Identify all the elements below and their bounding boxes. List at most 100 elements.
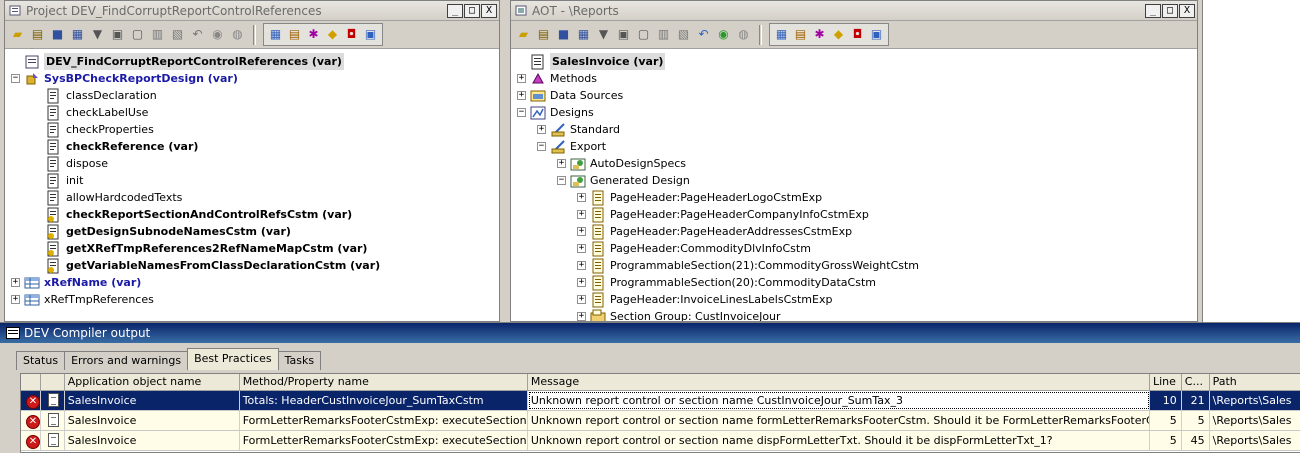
tree-node[interactable]: − Designs — [517, 104, 594, 121]
tree-node[interactable]: + PageHeader:PageHeaderAddressesCstmExp — [577, 223, 852, 240]
help-icon[interactable]: ◘ — [849, 26, 866, 43]
tab-errors-and-warnings[interactable]: Errors and warnings — [64, 351, 189, 370]
refresh-icon[interactable]: ◉ — [715, 26, 732, 43]
help-icon[interactable]: ◘ — [343, 26, 360, 43]
paste-icon[interactable]: ▧ — [675, 26, 692, 43]
tree-node[interactable]: + PageHeader:CommodityDlvInfoCstm — [577, 240, 811, 257]
aot-window-titlebar[interactable]: AOT - \Reports _ □ X — [511, 1, 1197, 21]
project-window-titlebar[interactable]: Project DEV_FindCorruptReportControlRefe… — [5, 1, 499, 21]
tree-node[interactable]: − Export — [537, 138, 606, 155]
lock-icon[interactable]: ◍ — [735, 26, 752, 43]
tree-node[interactable]: + Methods — [517, 70, 597, 87]
tree-node[interactable]: getDesignSubnodeNamesCstm (var) — [33, 223, 291, 240]
tree-node[interactable]: allowHardcodedTexts — [33, 189, 182, 206]
run-icon[interactable]: ◉ — [209, 26, 226, 43]
col-path-header[interactable]: Path — [1210, 374, 1300, 390]
expand-icon[interactable]: + — [517, 74, 526, 83]
tree-node[interactable]: + PageHeader:InvoiceLinesLabelsCstmExp — [577, 291, 832, 308]
best-practices-grid[interactable]: Application object name Method/Property n… — [20, 373, 1300, 453]
expand-icon[interactable]: + — [577, 244, 586, 253]
collapse-icon[interactable]: − — [11, 74, 20, 83]
tools-icon[interactable]: ✱ — [811, 26, 828, 43]
minimize-button[interactable]: _ — [1145, 3, 1161, 18]
table-row[interactable]: ✕ SalesInvoice FormLetterRemarksFooterCstm… — [21, 431, 1300, 451]
copy-icon[interactable]: ▥ — [655, 26, 672, 43]
compile-icon[interactable]: ▦ — [575, 26, 592, 43]
expand-icon[interactable]: + — [577, 193, 586, 202]
tree-node[interactable]: + Section Group: CustInvoiceJour — [577, 308, 781, 321]
close-button[interactable]: X — [1179, 3, 1195, 18]
lock-icon[interactable]: ◍ — [229, 26, 246, 43]
col-column-header[interactable]: C... — [1182, 374, 1210, 390]
tree-node[interactable]: + ProgrammableSection(21):CommodityGrossW… — [577, 257, 919, 274]
col-application-object-name-header[interactable]: Application object name — [65, 374, 240, 390]
expand-icon[interactable]: + — [517, 91, 526, 100]
copy-icon[interactable]: ▥ — [149, 26, 166, 43]
expand-icon[interactable]: + — [577, 261, 586, 270]
tree-node[interactable]: SalesInvoice (var) — [517, 53, 666, 70]
col-line-header[interactable]: Line — [1150, 374, 1182, 390]
tree-node[interactable]: + PageHeader:PageHeaderLogoCstmExp — [577, 189, 822, 206]
maximize-button[interactable]: □ — [1162, 3, 1178, 18]
col-method-property-name-header[interactable]: Method/Property name — [240, 374, 528, 390]
table-row[interactable]: ✕ SalesInvoice Totals: HeaderCustInvoiceJo… — [21, 391, 1300, 411]
tab-status[interactable]: Status — [16, 351, 66, 370]
tree-node[interactable]: getVariableNamesFromClassDeclarationCstm… — [33, 257, 380, 274]
col-icon-header[interactable] — [21, 374, 41, 390]
collapse-icon[interactable]: − — [517, 108, 526, 117]
properties-icon[interactable]: ▤ — [29, 26, 46, 43]
compare-icon[interactable]: ◆ — [830, 26, 847, 43]
compiler-titlebar[interactable]: DEV Compiler output — [0, 323, 1300, 343]
expand-icon[interactable]: + — [11, 295, 20, 304]
layout-icon[interactable]: ▣ — [868, 26, 885, 43]
collapse-icon[interactable]: − — [537, 142, 546, 151]
col-message-header[interactable]: Message — [528, 374, 1150, 390]
edit-view-icon[interactable]: ▤ — [792, 26, 809, 43]
tree-node[interactable]: checkProperties — [33, 121, 154, 138]
tree-node[interactable]: init — [33, 172, 83, 189]
tab-tasks[interactable]: Tasks — [277, 351, 322, 370]
tree-node[interactable]: checkLabelUse — [33, 104, 148, 121]
tree-node[interactable]: + Data Sources — [517, 87, 623, 104]
project-tree[interactable]: DEV_FindCorruptReportControlReferences (… — [5, 50, 499, 321]
aot-tree[interactable]: SalesInvoice (var) + Methods + Data Sources −… — [511, 50, 1197, 321]
open-folder-icon[interactable]: ▰ — [9, 26, 26, 43]
tree-node[interactable]: DEV_FindCorruptReportControlReferences (… — [11, 53, 344, 70]
table-row[interactable]: ✕ SalesInvoice FormLetterRemarksFooterCstm… — [21, 411, 1300, 431]
vertical-splitter[interactable] — [500, 0, 510, 322]
paste-icon[interactable]: ▧ — [169, 26, 186, 43]
edit-view-icon[interactable]: ▤ — [286, 26, 303, 43]
undo-icon[interactable]: ↶ — [695, 26, 712, 43]
tree-node[interactable]: + AutoDesignSpecs — [557, 155, 686, 172]
expand-icon[interactable]: + — [537, 125, 546, 134]
new-icon[interactable]: ▢ — [635, 26, 652, 43]
find-icon[interactable]: ▣ — [109, 26, 126, 43]
minimize-button[interactable]: _ — [447, 3, 463, 18]
save-icon[interactable]: ■ — [49, 26, 66, 43]
layout-icon[interactable]: ▣ — [362, 26, 379, 43]
expand-icon[interactable]: + — [577, 227, 586, 236]
open-folder-icon[interactable]: ▰ — [515, 26, 532, 43]
save-icon[interactable]: ■ — [555, 26, 572, 43]
tree-node[interactable]: + Standard — [537, 121, 620, 138]
tree-node[interactable]: + xRefName (var) — [11, 274, 141, 291]
filter-icon[interactable]: ▼ — [595, 26, 612, 43]
tree-node[interactable]: getXRefTmpReferences2RefNameMapCstm (var… — [33, 240, 367, 257]
close-button[interactable]: X — [481, 3, 497, 18]
collapse-icon[interactable]: − — [557, 176, 566, 185]
expand-icon[interactable]: + — [557, 159, 566, 168]
grid-view-icon[interactable]: ▦ — [773, 26, 790, 43]
find-icon[interactable]: ▣ — [615, 26, 632, 43]
new-icon[interactable]: ▢ — [129, 26, 146, 43]
properties-icon[interactable]: ▤ — [535, 26, 552, 43]
tree-node[interactable]: checkReportSectionAndControlRefsCstm (va… — [33, 206, 352, 223]
expand-icon[interactable]: + — [577, 210, 586, 219]
grid-view-icon[interactable]: ▦ — [267, 26, 284, 43]
tree-node[interactable]: + ProgrammableSection(20):CommodityDataCs… — [577, 274, 876, 291]
expand-icon[interactable]: + — [577, 295, 586, 304]
tree-node[interactable]: classDeclaration — [33, 87, 157, 104]
expand-icon[interactable]: + — [11, 278, 20, 287]
expand-icon[interactable]: + — [577, 278, 586, 287]
tree-node[interactable]: − SysBPCheckReportDesign (var) — [11, 70, 238, 87]
tree-node[interactable]: + xRefTmpReferences — [11, 291, 154, 308]
